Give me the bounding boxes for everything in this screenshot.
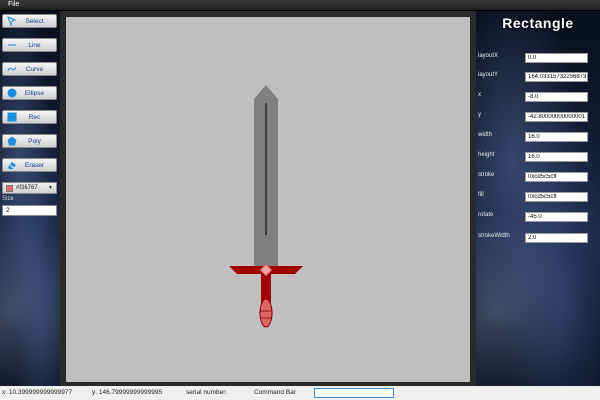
polygon-tool-label: Poly (28, 137, 41, 145)
prop-input-width[interactable] (525, 132, 588, 142)
line-tool-button[interactable]: Line (2, 38, 57, 52)
rectangle-icon (7, 112, 17, 122)
menu-file[interactable]: File (8, 1, 19, 8)
prop-label-y: y (478, 112, 481, 118)
curve-tool-button[interactable]: Curve (2, 62, 57, 76)
color-picker[interactable]: #f36767 ▼ (2, 182, 57, 194)
curve-tool-label: Curve (25, 65, 44, 73)
polygon-icon (7, 136, 17, 146)
prop-input-y[interactable] (525, 112, 588, 122)
prop-label-fill: fill (478, 192, 484, 198)
rectangle-tool-label: Rec (28, 113, 41, 121)
ellipse-tool-button[interactable]: Ellipse (2, 86, 57, 100)
size-input[interactable] (2, 205, 57, 216)
prop-input-height[interactable] (525, 152, 588, 162)
ellipse-tool-label: Ellipse (24, 89, 45, 97)
select-arrow-icon (7, 16, 17, 26)
canvas-frame (60, 11, 476, 386)
eraser-icon (7, 160, 17, 170)
polygon-tool-button[interactable]: Poly (2, 134, 57, 148)
properties-panel: Rectangle layoutX layoutY x y width heig… (476, 11, 600, 386)
chevron-down-icon: ▼ (48, 185, 53, 191)
prop-input-rotate[interactable] (525, 212, 588, 222)
curve-icon (7, 64, 17, 74)
prop-input-fill[interactable] (525, 192, 588, 202)
prop-label-strokewidth: strokeWidth (478, 233, 510, 239)
prop-label-layoutx: layoutX (478, 53, 499, 59)
eraser-tool-button[interactable]: Eraser (2, 158, 57, 172)
select-tool-button[interactable]: Select (2, 14, 57, 28)
sword-drawing (229, 85, 303, 328)
ellipse-icon (7, 88, 17, 98)
menu-bar: File (0, 0, 600, 11)
command-bar-label: Command Bar (254, 389, 296, 396)
prop-label-x: x (478, 92, 481, 98)
select-tool-label: Select (25, 17, 44, 25)
prop-label-width: width (478, 132, 493, 138)
panel-title: Rectangle (502, 15, 574, 31)
prop-input-layoutx[interactable] (525, 53, 588, 63)
color-swatch (6, 184, 13, 192)
command-bar-input[interactable] (314, 388, 394, 398)
size-label: Size (2, 196, 14, 202)
prop-input-x[interactable] (525, 92, 588, 102)
x-coordinate-readout: x: 10.399999999999977 (2, 389, 73, 396)
color-picker-value: #f36767 (16, 185, 38, 191)
prop-label-stroke: stroke (478, 172, 495, 178)
status-bar: x: 10.399999999999977 y: 146.79999999999… (0, 386, 600, 400)
line-icon (7, 40, 17, 50)
drawing-canvas[interactable] (66, 17, 470, 382)
prop-input-layouty[interactable] (525, 72, 588, 82)
rectangle-tool-button[interactable]: Rec (2, 110, 57, 124)
serial-number-label: serial number: (186, 389, 228, 396)
prop-input-strokewidth[interactable] (525, 233, 588, 243)
sword-pommel (259, 298, 273, 328)
prop-label-layouty: layoutY (478, 72, 499, 78)
prop-input-stroke[interactable] (525, 172, 588, 182)
eraser-tool-label: Eraser (24, 161, 45, 169)
prop-label-rotate: rotate (478, 212, 494, 218)
y-coordinate-readout: y: 146.79999999999995 (92, 389, 163, 396)
tool-sidebar: Select Line Curve Ellipse Rec Poly Erase… (0, 11, 60, 386)
line-tool-label: Line (28, 41, 41, 49)
prop-label-height: height (478, 152, 495, 158)
